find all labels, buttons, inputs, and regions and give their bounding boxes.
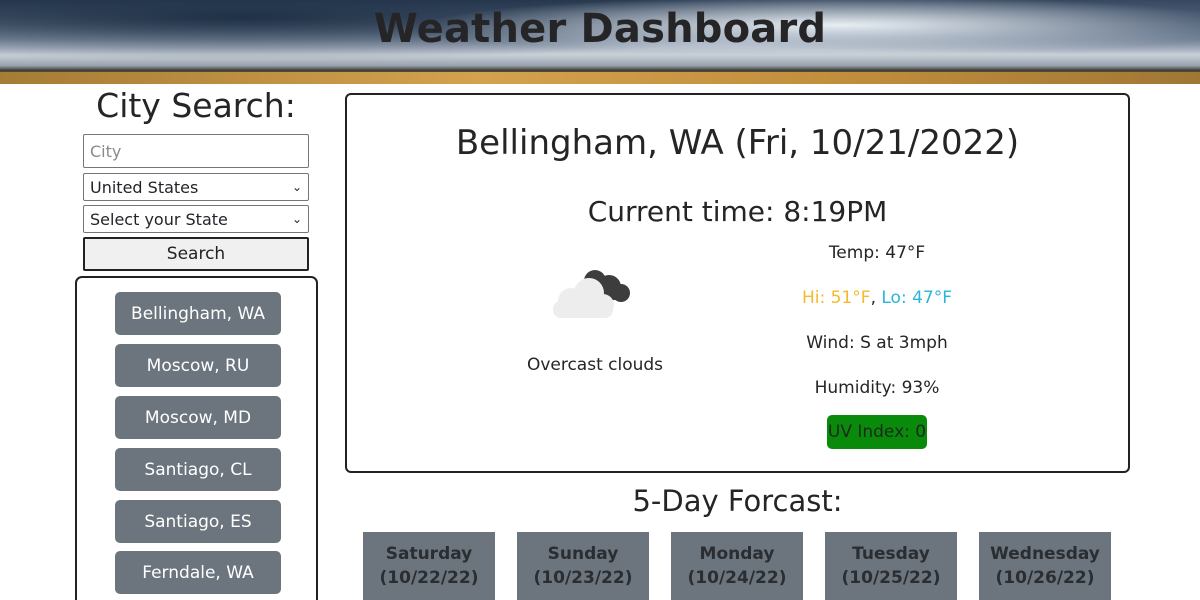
country-select[interactable]: United States ⌄: [83, 173, 309, 201]
humidity: Humidity: 93%: [814, 378, 940, 398]
hi-lo: Hi: 51°F, Lo: 47°F: [747, 288, 1007, 308]
forecast-day: Monday: [699, 544, 775, 564]
city-search-title: City Search:: [96, 86, 296, 125]
current-time: Current time: 8:19PM: [587, 195, 888, 228]
temperature: Temp: 47°F: [828, 243, 926, 263]
chevron-down-icon: ⌄: [291, 180, 302, 194]
forecast-day: Tuesday: [852, 544, 930, 564]
history-button[interactable]: Santiago, CL: [115, 448, 281, 491]
forecast-day-card: Saturday (10/22/22): [363, 532, 495, 600]
forecast-day-card: Sunday (10/23/22): [517, 532, 649, 600]
current-weather-card: Bellingham, WA (Fri, 10/21/2022) Current…: [345, 93, 1130, 473]
forecast-day-card: Wednesday (10/26/22): [979, 532, 1111, 600]
banner-horizon: [0, 72, 1200, 84]
history-button[interactable]: Santiago, ES: [115, 500, 281, 543]
city-input[interactable]: City: [83, 134, 309, 168]
lo-temp: Lo: 47°F: [881, 288, 952, 308]
current-city-date: Bellingham, WA (Fri, 10/21/2022): [455, 123, 1020, 163]
history-button[interactable]: Moscow, MD: [115, 396, 281, 439]
page-title: Weather Dashboard: [373, 6, 827, 52]
state-select-value: Select your State: [90, 209, 228, 229]
search-button[interactable]: Search: [83, 237, 309, 271]
header-banner: Weather Dashboard: [0, 0, 1200, 84]
history-button[interactable]: Bellingham, WA: [115, 292, 281, 335]
forecast-date: (10/26/22): [995, 568, 1095, 588]
country-select-value: United States: [90, 177, 199, 197]
forecast-date: (10/25/22): [841, 568, 941, 588]
weather-condition: Overcast clouds: [526, 355, 664, 375]
search-history-panel: Bellingham, WA Moscow, RU Moscow, MD San…: [75, 276, 318, 600]
forecast-date: (10/23/22): [533, 568, 633, 588]
wind: Wind: S at 3mph: [806, 333, 948, 353]
history-button[interactable]: Moscow, RU: [115, 344, 281, 387]
forecast-day-card: Tuesday (10/25/22): [825, 532, 957, 600]
forecast-day-card: Monday (10/24/22): [671, 532, 803, 600]
overcast-clouds-icon: [553, 270, 630, 318]
uv-index-badge: UV Index: 0: [827, 415, 927, 449]
state-select[interactable]: Select your State ⌄: [83, 205, 309, 233]
forecast-day: Sunday: [547, 544, 619, 564]
forecast-day: Saturday: [385, 544, 473, 564]
hi-lo-separator: ,: [870, 288, 882, 308]
city-input-placeholder: City: [90, 141, 122, 161]
forecast-date: (10/24/22): [687, 568, 787, 588]
history-button[interactable]: Ferndale, WA: [115, 551, 281, 594]
forecast-date: (10/22/22): [379, 568, 479, 588]
chevron-down-icon: ⌄: [291, 212, 302, 226]
hi-temp: Hi: 51°F: [802, 288, 871, 308]
forecast-day: Wednesday: [990, 544, 1100, 564]
forecast-title: 5-Day Forcast:: [632, 484, 843, 518]
